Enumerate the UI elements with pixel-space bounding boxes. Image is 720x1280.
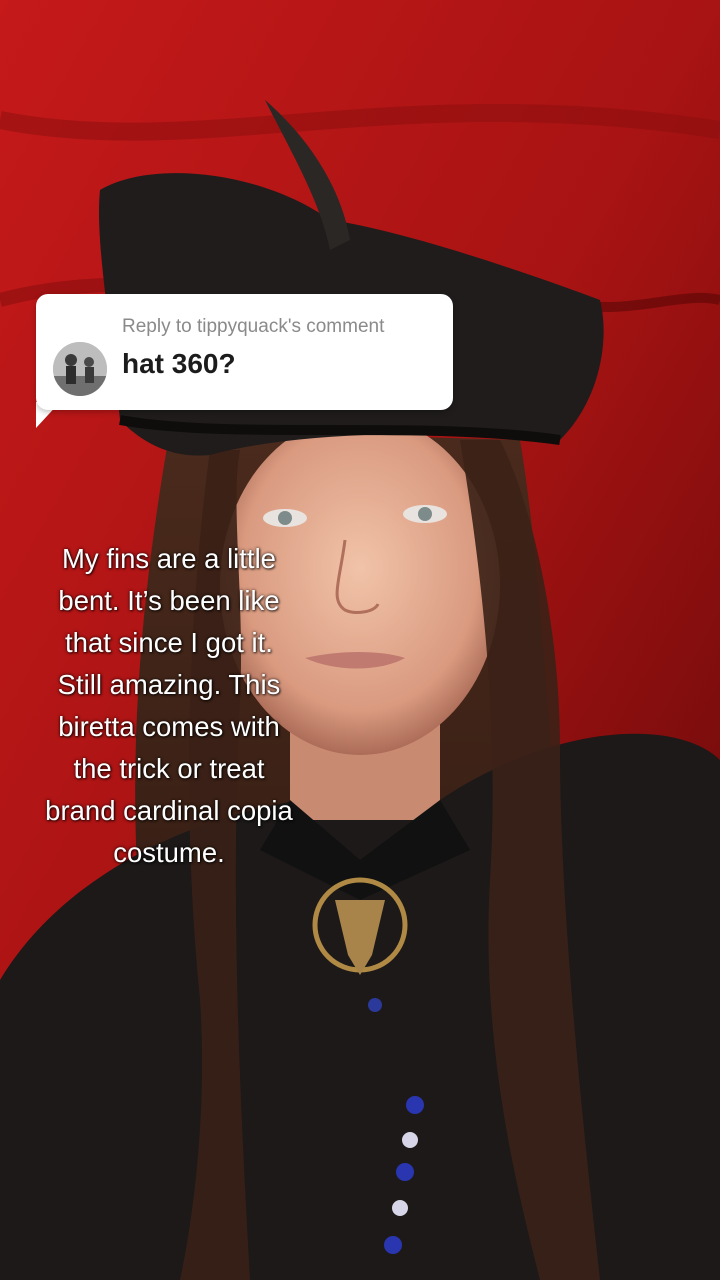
- caption-line: My fins are a little: [62, 543, 276, 574]
- rosary-bead: [402, 1132, 418, 1148]
- rosary-bead: [384, 1236, 402, 1254]
- caption-line: biretta comes with: [58, 711, 280, 742]
- caption-line: the trick or treat: [73, 753, 265, 784]
- caption-line: Still amazing. This: [57, 669, 281, 700]
- caption-line: brand cardinal copia: [45, 795, 293, 826]
- rosary-bead: [396, 1163, 414, 1181]
- video-caption: My fins are a little bent. It’s been lik…: [10, 538, 328, 874]
- avatar-photo-icon: [53, 342, 107, 396]
- commenter-avatar: [53, 342, 107, 396]
- reply-label: Reply to tippyquack's comment: [122, 316, 385, 337]
- caption-line: bent. It’s been like: [58, 585, 280, 616]
- rosary-bead: [406, 1096, 424, 1114]
- pendant-gem: [368, 998, 382, 1012]
- left-iris: [278, 511, 292, 525]
- caption-line: that since I got it.: [65, 627, 273, 658]
- right-iris: [418, 507, 432, 521]
- rosary-bead: [392, 1200, 408, 1216]
- comment-text: hat 360?: [122, 348, 236, 379]
- caption-line: costume.: [113, 837, 225, 868]
